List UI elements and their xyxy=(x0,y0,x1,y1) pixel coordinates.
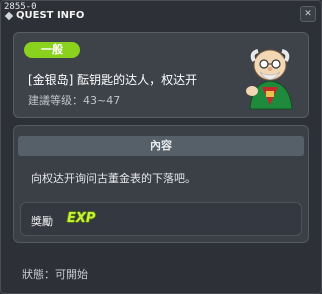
window-title: QUEST INFO xyxy=(16,10,85,21)
category-badge: 一般 xyxy=(24,42,80,58)
quest-summary-panel: 一般 [金银岛] 酝钥匙的达人，权达开 建議等级：43~47 xyxy=(13,32,309,118)
content-header: 內容 xyxy=(18,136,304,156)
title-bar[interactable]: QUEST INFO xyxy=(4,10,85,21)
quest-name: [金银岛] 酝钥匙的达人，权达开 xyxy=(28,73,198,87)
reward-label: 獎勵 xyxy=(31,215,53,228)
npc-portrait-icon xyxy=(246,49,293,110)
exp-icon: EXP xyxy=(67,211,96,226)
recommended-level: 建議等级：43~47 xyxy=(28,94,121,107)
quest-info-window: 2855-0 QUEST INFO ✕ 一般 [金银岛] 酝钥匙的达人，权达开 … xyxy=(0,0,322,294)
quest-description: 向权达开询问古董金表的下落吧。 xyxy=(31,172,196,185)
content-panel: 內容 向权达开询问古董金表的下落吧。 獎勵 EXP xyxy=(13,125,309,243)
close-button[interactable]: ✕ xyxy=(300,6,316,22)
reward-box: 獎勵 EXP xyxy=(20,202,302,236)
title-diamond-icon xyxy=(4,11,14,20)
quest-status: 狀態：可開始 xyxy=(22,268,88,281)
